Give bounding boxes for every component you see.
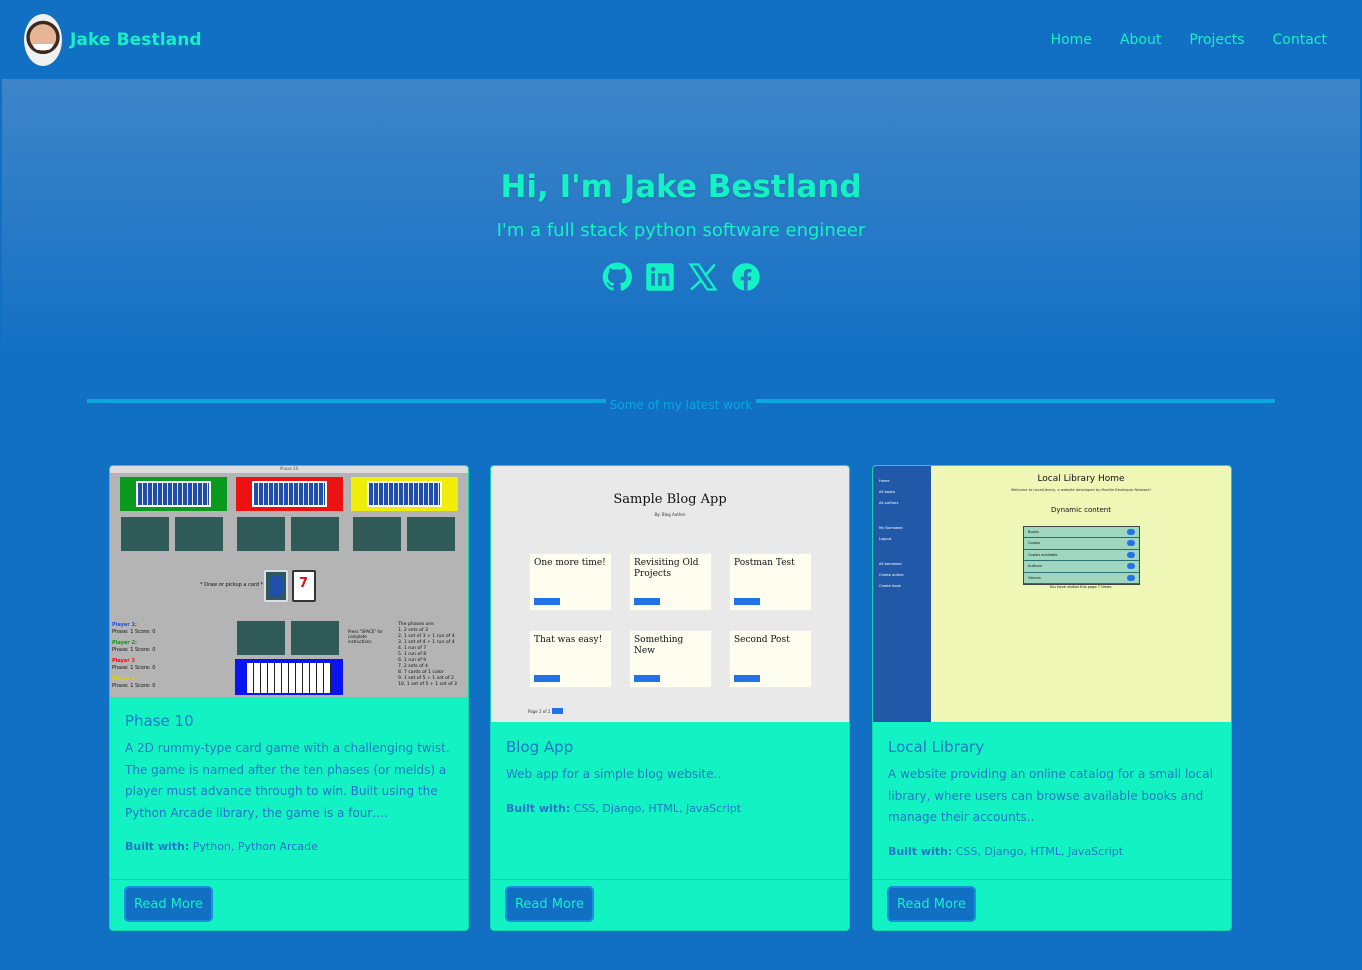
card-body: Blog App Web app for a simple blog websi… (506, 738, 834, 815)
card-description: Web app for a simple blog website.. (506, 767, 722, 781)
blog-post-card: Revisiting Old Projects (629, 553, 712, 611)
brand-name[interactable]: Jake Bestland (70, 30, 202, 50)
blog-post-card: Postman Test (729, 553, 812, 611)
player-scores: Player 1: Phase: 1 Score: 0 Player 2: Ph… (112, 622, 156, 689)
help-hint: Press "SPACE" for complete instructions (348, 629, 383, 644)
section-divider-label: Some of my latest work (605, 398, 757, 412)
nav-contact[interactable]: Contact (1273, 32, 1327, 48)
card-built-with: Built with: CSS, Django, HTML, JavaScrip… (888, 844, 1124, 858)
card-title: Phase 10 (125, 712, 194, 730)
card-description: A website providing an online catalog fo… (888, 767, 1213, 824)
project-card-phase10: Phase 10 * Draw or pickup a card * 7 Pla… (109, 465, 469, 931)
avatar[interactable] (24, 13, 62, 66)
player-meld-slot (237, 621, 285, 655)
card-footer: Read More (110, 879, 468, 930)
project-card-blog: Sample Blog App By: Blog Author One more… (490, 465, 850, 931)
project-thumbnail-blog[interactable]: Sample Blog App By: Blog Author One more… (491, 466, 849, 722)
blog-pager-next (552, 708, 563, 714)
blog-post-card: One more time! (529, 553, 612, 611)
card-body: Local Library A website providing an onl… (888, 738, 1216, 858)
draw-prompt: * Draw or pickup a card * (200, 582, 264, 588)
nav-links: Home About Projects Contact (1051, 32, 1327, 48)
project-card-library: Home All books All authors My Borrowed L… (872, 465, 1232, 931)
nav-about[interactable]: About (1120, 32, 1161, 48)
library-thumb-title: Local Library Home (1037, 474, 1125, 484)
github-icon[interactable] (602, 262, 632, 292)
blog-pager: Page 1 of 2 (528, 709, 551, 714)
meld-slot (407, 517, 455, 551)
card-title: Local Library (888, 738, 985, 756)
window-titlebar: Phase 10 (110, 466, 468, 473)
card-built-with: Built with: CSS, Django, HTML, JavaScrip… (506, 801, 742, 815)
meld-slot (175, 517, 223, 551)
phase-list: The phases are: 1. 2 sets of 3 2. 1 set … (398, 622, 457, 687)
phase-set-red (236, 477, 343, 511)
card-body: Phase 10 A 2D rummy-type card game with … (125, 712, 453, 853)
hero-title: Hi, I'm Jake Bestland (500, 169, 862, 205)
social-links (2, 262, 1360, 292)
card-footer: Read More (873, 879, 1231, 930)
blog-post-card: That was easy! (529, 630, 612, 688)
card-description: A 2D rummy-type card game with a challen… (125, 741, 450, 820)
linkedin-icon[interactable] (645, 262, 675, 292)
blog-post-card: Second Post (729, 630, 812, 688)
draw-pile (264, 570, 288, 602)
library-visit-count: You have visited this page 7 times. (1049, 585, 1113, 589)
blog-thumb-title: Sample Blog App (613, 492, 727, 507)
read-more-button[interactable]: Read More (887, 886, 976, 922)
meld-slot (237, 517, 285, 551)
player-meld-slot (291, 621, 339, 655)
x-icon[interactable] (687, 262, 718, 292)
read-more-button[interactable]: Read More (505, 886, 594, 922)
card-footer: Read More (491, 879, 849, 930)
navbar: Jake Bestland Home About Projects Contac… (0, 0, 1362, 79)
nav-projects[interactable]: Projects (1189, 32, 1244, 48)
card-built-with: Built with: Python, Python Arcade (125, 840, 318, 853)
library-section-title: Dynamic content (1051, 506, 1111, 514)
player-hand (235, 659, 343, 695)
blog-thumb-byline: By: Blog Author (654, 512, 686, 517)
hero-subtitle: I'm a full stack python software enginee… (496, 220, 866, 241)
project-thumbnail-library[interactable]: Home All books All authors My Borrowed L… (873, 466, 1231, 722)
discard-pile: 7 (292, 570, 316, 602)
project-thumbnail-phase10[interactable]: Phase 10 * Draw or pickup a card * 7 Pla… (110, 466, 468, 697)
phase-set-yellow (351, 477, 458, 511)
phase-set-green (120, 477, 227, 511)
card-title: Blog App (506, 738, 574, 756)
library-sidebar: Home All books All authors My Borrowed L… (873, 466, 931, 722)
library-stats-table: Books Copies Copies available Authors Ge… (1023, 526, 1140, 585)
facebook-icon[interactable] (731, 262, 761, 292)
blog-post-card: Something New (629, 630, 712, 688)
hero: Hi, I'm Jake Bestland I'm a full stack p… (2, 79, 1360, 364)
meld-slot (291, 517, 339, 551)
meld-slot (353, 517, 401, 551)
meld-slot (121, 517, 169, 551)
read-more-button[interactable]: Read More (124, 886, 213, 922)
library-welcome: Welcome to LocalLibrary, a website devel… (1011, 488, 1151, 492)
nav-home[interactable]: Home (1051, 32, 1092, 48)
